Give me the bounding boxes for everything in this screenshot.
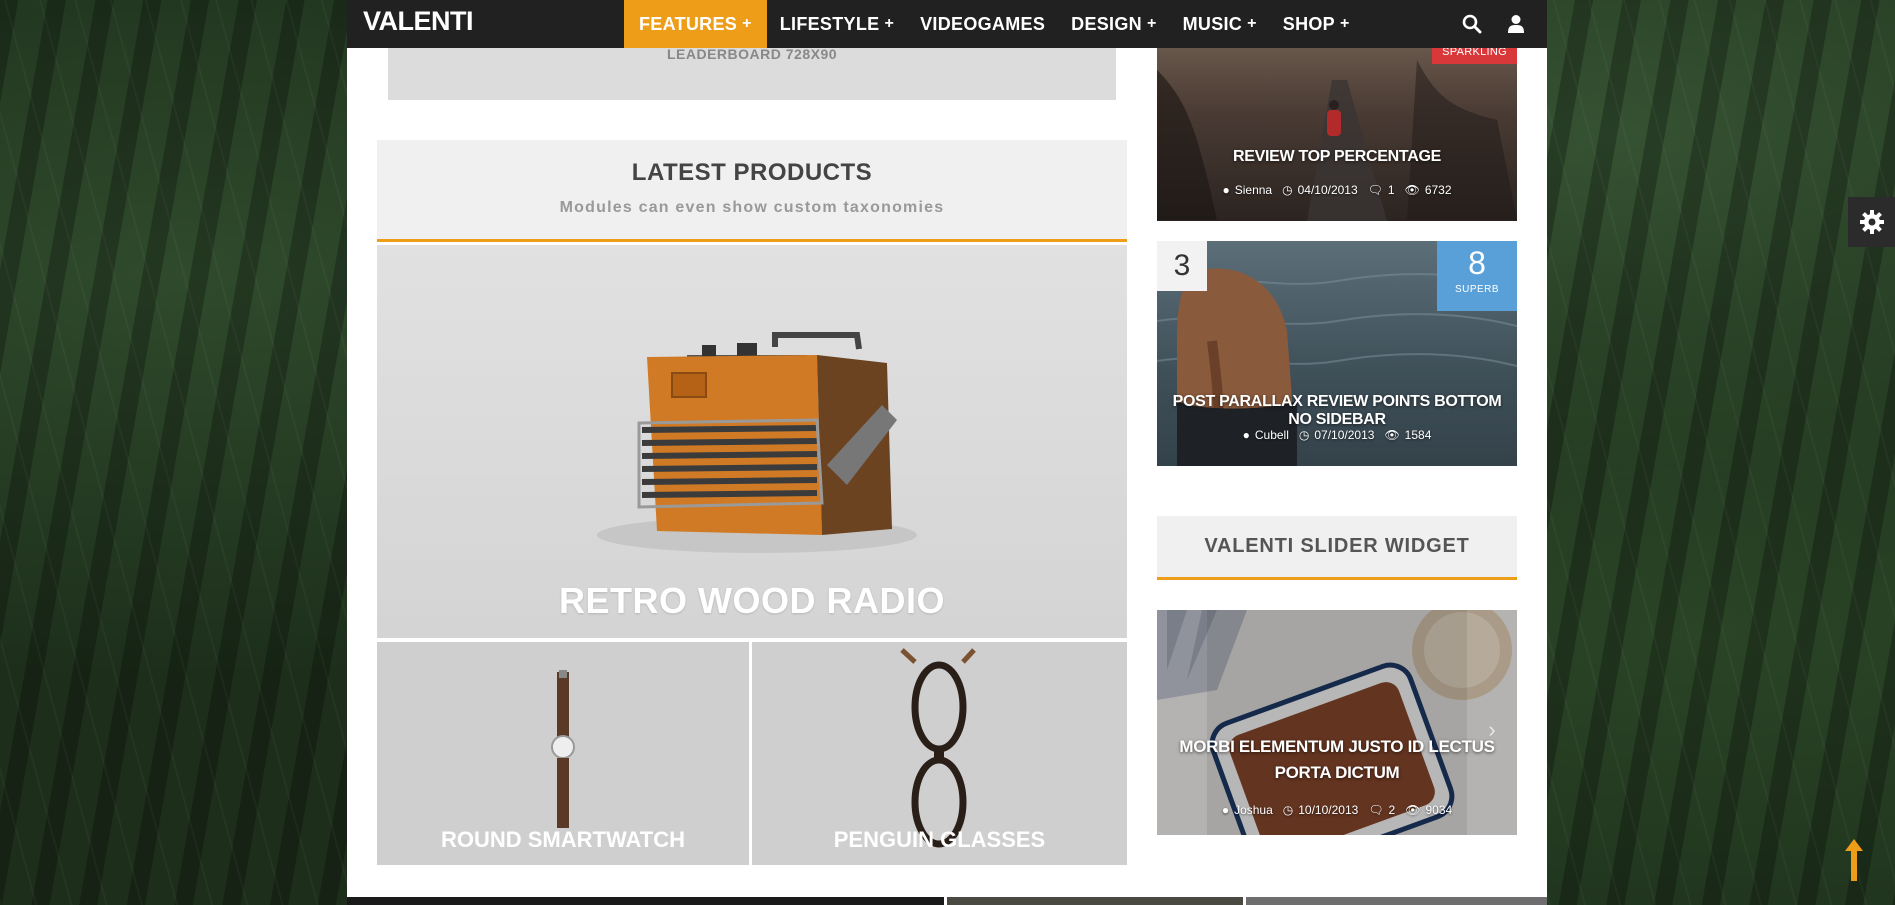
product-card-main[interactable]: RETRO WOOD RADIO <box>377 245 1127 638</box>
leaderboard-label: LEADERBOARD 728X90 <box>666 46 838 62</box>
score-label: SUPERB <box>1454 284 1500 295</box>
comment-icon: 🗨 <box>1367 183 1383 197</box>
settings-button[interactable] <box>1848 197 1895 247</box>
user-icon: ● <box>1222 183 1230 197</box>
view-count: 6732 <box>1424 183 1452 197</box>
menu-label: MUSIC <box>1182 13 1243 34</box>
block-title: LATEST PRODUCTS <box>631 159 873 186</box>
comments-meta: 🗨 2 <box>1368 803 1395 817</box>
user-icon[interactable] <box>1505 13 1527 35</box>
score-value: 8 <box>1468 245 1486 281</box>
eye-icon: 👁 <box>1405 803 1421 817</box>
clock-icon: ◷ <box>1282 183 1293 197</box>
views-meta: 👁 9034 <box>1405 803 1452 817</box>
site-logo[interactable]: VALENTI <box>363 6 474 37</box>
top-nav: VALENTI FEATURES + LIFESTYLE + VIDEOGAMES … <box>347 0 1547 48</box>
author-meta: ● Joshua <box>1222 803 1273 817</box>
author-meta: ● Cubell <box>1243 428 1289 442</box>
slider[interactable]: › MORBI ELEMENTUM JUSTO ID LECTUS PORTA … <box>1157 610 1517 835</box>
widget-title: VALENTI SLIDER WIDGET <box>1204 535 1470 557</box>
comments-meta: 🗨 1 <box>1368 183 1395 197</box>
date-meta: ◷ 10/10/2013 <box>1283 803 1359 817</box>
card-title[interactable]: POST PARALLAX REVIEW POINTS BOTTOM NO SI… <box>1165 393 1509 429</box>
nav-icons <box>1461 0 1527 48</box>
clock-icon: ◷ <box>1298 428 1310 442</box>
eye-icon: 👁 <box>1384 428 1400 442</box>
view-count: 9034 <box>1425 803 1453 817</box>
post-date: 10/10/2013 <box>1298 803 1359 817</box>
menu-item-videogames[interactable]: VIDEOGAMES <box>907 0 1058 48</box>
leaderboard-ad[interactable]: LEADERBOARD 728X90 <box>388 40 1116 100</box>
clock-icon: ◷ <box>1282 803 1294 817</box>
card-title[interactable]: REVIEW TOP PERCENTAGE <box>1165 148 1509 166</box>
plus-icon: + <box>1247 15 1257 32</box>
user-icon: ● <box>1221 803 1230 817</box>
menu-label: FEATURES <box>639 13 738 34</box>
gear-icon <box>1859 210 1884 234</box>
author-name[interactable]: Joshua <box>1234 803 1273 817</box>
plus-icon: + <box>1146 15 1157 32</box>
search-icon[interactable] <box>1461 13 1483 35</box>
menu-label: VIDEOGAMES <box>920 13 1046 34</box>
slide-meta: ● Joshua ◷ 10/10/2013 🗨 2 👁 9034 <box>1157 803 1517 817</box>
menu-item-features[interactable]: FEATURES + <box>624 0 767 48</box>
plus-icon: + <box>742 15 752 32</box>
comment-count[interactable]: 2 <box>1389 803 1396 817</box>
menu-item-lifestyle[interactable]: LIFESTYLE + <box>767 0 907 48</box>
main-menu: FEATURES + LIFESTYLE + VIDEOGAMES DESIGN + … <box>624 0 1363 48</box>
menu-item-music[interactable]: MUSIC + <box>1170 0 1270 48</box>
menu-label: LIFESTYLE <box>779 13 880 34</box>
menu-label: DESIGN <box>1071 13 1142 34</box>
arrow-up-icon <box>1845 839 1863 881</box>
product-title[interactable]: RETRO WOOD RADIO <box>377 580 1127 622</box>
views-meta: 👁 1584 <box>1384 428 1431 442</box>
plus-icon: + <box>884 15 895 32</box>
product-card[interactable]: ROUND SMARTWATCH <box>377 642 749 865</box>
author-name[interactable]: Cubell <box>1255 428 1289 442</box>
next-section-image <box>947 897 1243 905</box>
user-icon: ● <box>1242 428 1250 442</box>
review-score: 8 SUPERB <box>1437 241 1517 311</box>
product-title[interactable]: ROUND SMARTWATCH <box>377 827 749 853</box>
rank-badge: 3 <box>1157 241 1207 291</box>
author-meta: ● Sienna <box>1222 183 1272 197</box>
eye-icon: 👁 <box>1404 183 1420 197</box>
post-date: 04/10/2013 <box>1297 183 1358 197</box>
post-date: 07/10/2013 <box>1314 428 1375 442</box>
food-image <box>1157 610 1517 835</box>
card-meta: ● Cubell ◷ 07/10/2013 👁 1584 <box>1157 428 1517 442</box>
slide-title[interactable]: MORBI ELEMENTUM JUSTO ID LECTUS PORTA DI… <box>1165 734 1509 785</box>
slider-widget-header: VALENTI SLIDER WIDGET <box>1157 516 1517 580</box>
next-section-image <box>347 897 944 905</box>
block-subtitle: Modules can even show custom taxonomies <box>559 199 945 216</box>
comment-icon: 🗨 <box>1368 803 1384 817</box>
plus-icon: + <box>1339 15 1350 32</box>
review-card[interactable]: SPARKLING REVIEW TOP PERCENTAGE ● Sienna … <box>1157 40 1517 221</box>
view-count: 1584 <box>1404 428 1432 442</box>
card-meta: ● Sienna ◷ 04/10/2013 🗨 1 👁 6732 <box>1157 183 1517 197</box>
review-card[interactable]: 3 8 SUPERB POST PARALLAX REVIEW POINTS B… <box>1157 241 1517 466</box>
latest-products-header: LATEST PRODUCTS Modules can even show cu… <box>377 140 1127 242</box>
next-section-image <box>1246 897 1547 905</box>
menu-item-shop[interactable]: SHOP + <box>1270 0 1363 48</box>
menu-item-design[interactable]: DESIGN + <box>1058 0 1169 48</box>
comment-count[interactable]: 1 <box>1388 183 1395 197</box>
product-title[interactable]: PENGUIN GLASSES <box>752 827 1127 853</box>
date-meta: ◷ 04/10/2013 <box>1282 183 1358 197</box>
author-name[interactable]: Sienna <box>1235 183 1272 197</box>
views-meta: 👁 6732 <box>1405 183 1452 197</box>
menu-label: SHOP <box>1282 13 1335 34</box>
back-to-top-button[interactable] <box>1843 837 1865 883</box>
product-card[interactable]: PENGUIN GLASSES <box>752 642 1127 865</box>
date-meta: ◷ 07/10/2013 <box>1299 428 1375 442</box>
